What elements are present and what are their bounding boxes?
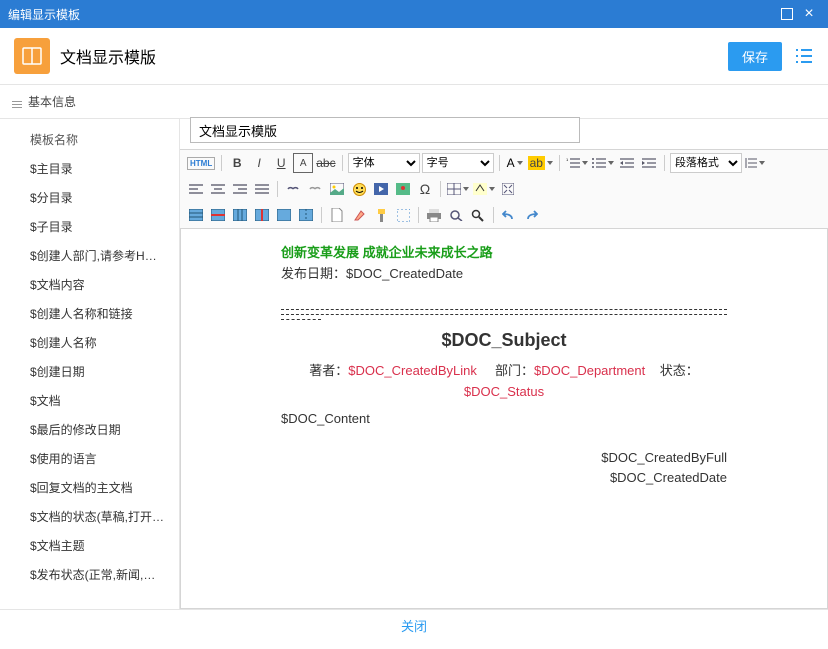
dialog-footer: 关闭 (0, 609, 828, 641)
redo-button[interactable] (521, 205, 541, 225)
format-brush-button[interactable] (371, 205, 391, 225)
map-button[interactable] (393, 179, 413, 199)
font-size-select[interactable]: 字号 (422, 153, 494, 173)
strikethrough-button[interactable]: abc (315, 153, 336, 173)
fullscreen-button[interactable] (498, 179, 518, 199)
font-family-select[interactable]: 字体 (348, 153, 420, 173)
variable-item[interactable]: $使用的语言 (0, 444, 179, 473)
align-justify-button[interactable] (252, 179, 272, 199)
emotion-button[interactable] (349, 179, 369, 199)
section-icon (12, 101, 22, 102)
delete-row-button[interactable] (208, 205, 228, 225)
variable-item[interactable]: $文档主题 (0, 531, 179, 560)
title-bar: 编辑显示模板 × (0, 0, 828, 28)
delete-col-button[interactable] (252, 205, 272, 225)
insert-col-button[interactable] (230, 205, 250, 225)
maximize-button[interactable] (776, 3, 798, 25)
preview-button[interactable] (446, 205, 466, 225)
align-center-button[interactable] (208, 179, 228, 199)
variable-item[interactable]: $创建日期 (0, 357, 179, 386)
video-button[interactable] (371, 179, 391, 199)
merge-cells-button[interactable] (274, 205, 294, 225)
page-header: 文档显示模版 保存 (0, 28, 828, 85)
list-view-icon[interactable] (794, 47, 814, 65)
line-height-button[interactable] (744, 153, 766, 173)
page-title: 文档显示模版 (60, 44, 728, 68)
editor-toolbar: HTML B I U A abc 字体 字号 A ab 1 段落格式 (180, 149, 828, 229)
special-char-button[interactable]: Ω (415, 179, 435, 199)
divider (281, 314, 727, 315)
doc-meta: 著者：$DOC_CreatedByLink 部门：$DOC_Department… (281, 361, 727, 403)
new-doc-button[interactable] (327, 205, 347, 225)
variable-item[interactable]: $回复文档的主文档 (0, 473, 179, 502)
table-button[interactable] (446, 179, 470, 199)
template-name-label: 模板名称 (0, 125, 179, 154)
split-cells-button[interactable] (296, 205, 316, 225)
divider (281, 309, 727, 310)
outdent-button[interactable] (617, 153, 637, 173)
variable-item[interactable]: $创建人名称 (0, 328, 179, 357)
underline-button[interactable]: U (271, 153, 291, 173)
link-button[interactable] (283, 179, 303, 199)
variable-item[interactable]: $最后的修改日期 (0, 415, 179, 444)
svg-text:1: 1 (566, 157, 569, 162)
select-all-button[interactable] (393, 205, 413, 225)
variable-item[interactable]: $子目录 (0, 212, 179, 241)
variable-item[interactable]: $分目录 (0, 183, 179, 212)
save-button[interactable]: 保存 (728, 42, 782, 71)
close-button[interactable]: 关闭 (401, 616, 427, 635)
clear-format-button[interactable] (349, 205, 369, 225)
doc-content: $DOC_Content (281, 409, 727, 430)
ordered-list-button[interactable]: 1 (565, 153, 589, 173)
align-left-button[interactable] (186, 179, 206, 199)
undo-button[interactable] (499, 205, 519, 225)
divider (281, 319, 321, 320)
indent-button[interactable] (639, 153, 659, 173)
preview-heading: 创新变革发展 成就企业未来成长之路 (281, 243, 727, 264)
section-header-basic: 基本信息 (0, 85, 828, 119)
unordered-list-button[interactable] (591, 153, 615, 173)
font-border-button[interactable]: A (293, 153, 313, 173)
unlink-button[interactable] (305, 179, 325, 199)
template-name-input[interactable] (190, 117, 580, 143)
bold-button[interactable]: B (227, 153, 247, 173)
back-color-button[interactable] (472, 179, 496, 199)
doc-subject: $DOC_Subject (281, 326, 727, 355)
variable-item[interactable]: $文档的状态(草稿,打开,正... (0, 502, 179, 531)
template-icon (14, 38, 50, 74)
html-source-button[interactable]: HTML (186, 153, 216, 173)
italic-button[interactable]: I (249, 153, 269, 173)
variable-sidebar: 模板名称 $主目录$分目录$子目录$创建人部门,请参考HRM(...$文档内容$… (0, 119, 180, 609)
image-button[interactable] (327, 179, 347, 199)
align-right-button[interactable] (230, 179, 250, 199)
highlight-button[interactable]: ab (527, 153, 554, 173)
variable-item[interactable]: $创建人名称和链接 (0, 299, 179, 328)
editor-content-area[interactable]: 创新变革发展 成就企业未来成长之路 发布日期：$DOC_CreatedDate … (180, 229, 828, 609)
window-title: 编辑显示模板 (8, 6, 776, 23)
paragraph-format-select[interactable]: 段落格式 (670, 153, 742, 173)
variable-item[interactable]: $文档内容 (0, 270, 179, 299)
insert-row-button[interactable] (186, 205, 206, 225)
variable-item[interactable]: $文档 (0, 386, 179, 415)
variable-item[interactable]: $创建人部门,请参考HRM(... (0, 241, 179, 270)
font-color-button[interactable]: A (505, 153, 525, 173)
variable-item[interactable]: $主目录 (0, 154, 179, 183)
variable-item[interactable]: $发布状态(正常,新闻,标题... (0, 560, 179, 589)
search-replace-button[interactable] (468, 205, 488, 225)
close-window-button[interactable]: × (798, 3, 820, 25)
print-button[interactable] (424, 205, 444, 225)
